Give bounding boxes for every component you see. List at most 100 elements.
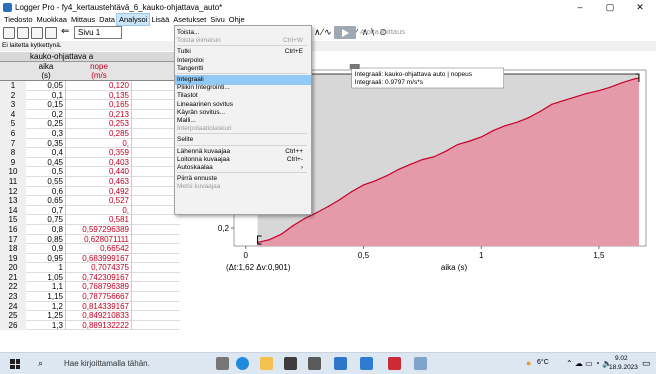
collect-button[interactable] — [334, 26, 356, 39]
time-cell[interactable]: 0,4 — [26, 148, 66, 158]
page-select[interactable]: Sivu 1 — [74, 26, 122, 39]
time-cell[interactable]: 0,75 — [26, 215, 66, 225]
menu-ohje[interactable]: Ohje — [227, 14, 247, 25]
time-cell[interactable]: 0,3 — [26, 128, 66, 139]
time-cell[interactable]: 0,8 — [26, 224, 66, 235]
table-row[interactable]: 2 0,1 0,135 — [0, 90, 180, 101]
time-cell[interactable]: 1,15 — [26, 292, 66, 302]
time-cell[interactable]: 0,95 — [26, 253, 66, 264]
speed-cell[interactable]: 0,597296389 — [66, 224, 132, 235]
table-row[interactable]: 9 0,45 0,403 — [0, 157, 180, 168]
time-cell[interactable]: 0,55 — [26, 176, 66, 187]
settings-gear-icon[interactable] — [308, 357, 321, 370]
table-row[interactable]: 23 1,15 0,787756667 — [0, 292, 180, 302]
print-icon[interactable] — [45, 27, 57, 39]
table-row[interactable]: 6 0,3 0,285 — [0, 128, 180, 139]
speed-cell[interactable]: 0,440 — [66, 167, 132, 177]
speed-cell[interactable]: 0,768796389 — [66, 282, 132, 293]
save-file-icon[interactable] — [31, 27, 43, 39]
taskbar-search[interactable]: ⌕ Hae kirjoittamalla tähän. — [30, 355, 206, 373]
table-row[interactable]: 14 0,7 0, — [0, 205, 180, 216]
time-cell[interactable]: 0,65 — [26, 196, 66, 206]
edge-browser-icon[interactable] — [236, 357, 249, 370]
time-cell[interactable]: 0,9 — [26, 244, 66, 254]
speed-cell[interactable]: 0,889132222 — [66, 320, 132, 331]
back-arrow-icon[interactable]: ⇐ — [61, 26, 69, 39]
maximize-button[interactable]: ▢ — [598, 0, 622, 14]
speed-cell[interactable]: 0,581 — [66, 215, 132, 225]
table-row[interactable]: 13 0,65 0,527 — [0, 196, 180, 206]
time-cell[interactable]: 1,2 — [26, 301, 66, 312]
table-row[interactable]: 11 0,55 0,463 — [0, 176, 180, 187]
speed-cell[interactable]: 0,403 — [66, 157, 132, 168]
new-file-icon[interactable] — [3, 27, 15, 39]
time-cell[interactable]: 0,6 — [26, 186, 66, 197]
table-row[interactable]: 1 0,05 0,120 — [0, 81, 180, 91]
speed-cell[interactable]: 0,359 — [66, 148, 132, 158]
speed-cell[interactable]: 0,66542 — [66, 244, 132, 254]
clock-time[interactable]: 9.02 — [615, 355, 628, 362]
pen-app-icon[interactable] — [388, 357, 401, 370]
time-cell[interactable]: 1,25 — [26, 311, 66, 321]
table-row[interactable]: 21 1,05 0,742309167 — [0, 272, 180, 283]
speed-cell[interactable]: 0,253 — [66, 119, 132, 129]
speed-cell[interactable]: 0,527 — [66, 196, 132, 206]
speed-cell[interactable]: 0,787756667 — [66, 292, 132, 302]
table-row[interactable]: 5 0,25 0,253 — [0, 119, 180, 129]
weather-temp[interactable]: 6°C — [537, 359, 549, 366]
speed-cell[interactable]: 0,7074375 — [66, 263, 132, 273]
table-row[interactable]: 19 0,95 0,683999167 — [0, 253, 180, 264]
speed-cell[interactable]: 0,492 — [66, 186, 132, 197]
speed-cell[interactable]: 0,742309167 — [66, 272, 132, 283]
table-row[interactable]: 25 1,25 0,849210833 — [0, 311, 180, 321]
speed-cell[interactable]: 0,213 — [66, 109, 132, 120]
time-cell[interactable]: 0,05 — [26, 81, 66, 91]
close-button[interactable]: ✕ — [628, 0, 652, 14]
time-cell[interactable]: 0,25 — [26, 119, 66, 129]
table-row[interactable]: 24 1,2 0,814339167 — [0, 301, 180, 312]
speed-cell[interactable]: 0,683999167 — [66, 253, 132, 264]
speed-cell[interactable]: 0,120 — [66, 81, 132, 91]
logger-pro-taskbar-icon[interactable] — [334, 357, 347, 370]
time-cell[interactable]: 1 — [26, 263, 66, 273]
store-icon[interactable] — [284, 357, 297, 370]
minimize-button[interactable]: – — [568, 0, 592, 14]
clock-date[interactable]: 18.9.2023 — [609, 364, 638, 371]
menu-data[interactable]: Data — [97, 14, 117, 25]
time-cell[interactable]: 1,1 — [26, 282, 66, 293]
speed-cell[interactable]: 0,814339167 — [66, 301, 132, 312]
table-row[interactable]: 26 1,3 0,889132222 — [0, 320, 180, 331]
speed-cell[interactable]: 0, — [66, 138, 132, 149]
time-cell[interactable]: 0,2 — [26, 109, 66, 120]
time-cell[interactable]: 0,1 — [26, 90, 66, 101]
notification-icon[interactable]: ▭ — [642, 358, 651, 369]
table-row[interactable]: 3 0,15 0,165 — [0, 100, 180, 110]
open-file-icon[interactable] — [17, 27, 29, 39]
speed-cell[interactable]: 0,165 — [66, 100, 132, 110]
legend-handle-icon[interactable] — [349, 64, 360, 69]
table-row[interactable]: 12 0,6 0,492 — [0, 186, 180, 197]
menu-tiedosto[interactable]: Tiedosto — [2, 14, 35, 25]
table-row[interactable]: 18 0,9 0,66542 — [0, 244, 180, 254]
tray-icons[interactable]: ⌃ ☁ ▭ ◔ 🔈 — [566, 359, 612, 368]
speed-cell[interactable]: 0, — [66, 205, 132, 216]
table-row[interactable]: 15 0,75 0,581 — [0, 215, 180, 225]
time-cell[interactable]: 0,35 — [26, 138, 66, 149]
speed-cell[interactable]: 0,285 — [66, 128, 132, 139]
speed-cell[interactable]: 0,463 — [66, 176, 132, 187]
table-row[interactable]: 8 0,4 0,359 — [0, 148, 180, 158]
menu-sivu[interactable]: Sivu — [208, 14, 227, 25]
time-cell[interactable]: 0,45 — [26, 157, 66, 168]
task-view-icon[interactable] — [216, 357, 229, 370]
table-row[interactable]: 7 0,35 0, — [0, 138, 180, 149]
time-cell[interactable]: 0,15 — [26, 100, 66, 110]
menu-lisää[interactable]: Lisää — [149, 14, 171, 25]
time-cell[interactable]: 0,7 — [26, 205, 66, 216]
windows-start-icon[interactable] — [10, 359, 20, 369]
table-row[interactable]: 22 1,1 0,768796389 — [0, 282, 180, 293]
table-row[interactable]: 20 1 0,7074375 — [0, 263, 180, 273]
speed-cell[interactable]: 0,135 — [66, 90, 132, 101]
time-cell[interactable]: 1,3 — [26, 320, 66, 331]
speed-cell[interactable]: 0,849210833 — [66, 311, 132, 321]
table-row[interactable]: 17 0,85 0,628071111 — [0, 234, 180, 245]
